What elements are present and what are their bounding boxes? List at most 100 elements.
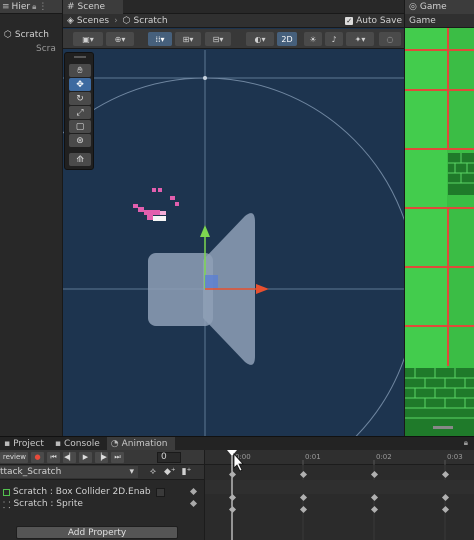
global-button[interactable]: ⊕▾ — [106, 32, 134, 46]
hierarchy-child-label: Scra — [36, 43, 56, 54]
transform-tool-icon[interactable]: ⊛ — [69, 134, 91, 147]
scene-tab-label: Scene — [77, 2, 105, 12]
effects-button[interactable]: ✦▾ — [346, 32, 374, 46]
align-button[interactable]: ⊟▾ — [205, 32, 231, 46]
breadcrumb-scratch[interactable]: ⬡ Scratch — [123, 16, 168, 26]
value-checkbox[interactable] — [155, 487, 165, 497]
scale-tool-icon[interactable]: ⤢ — [69, 106, 91, 119]
hierarchy-item-root[interactable]: ⬡ Scratch — [0, 28, 62, 41]
tab-scene[interactable]: # Scene — [63, 0, 123, 14]
scene-panel: # Scene ◈ Scenes › ⬡ Scratch ✓ Auto Save… — [63, 0, 404, 436]
gamepad-icon: ◎ — [409, 2, 417, 12]
tab-project[interactable]: ▪ Project — [0, 437, 51, 450]
animation-icon: ◔ — [110, 438, 119, 449]
play-button[interactable]: ▶ — [79, 451, 92, 463]
mode-2d-button[interactable]: 2D — [277, 32, 297, 46]
hierarchy-tab[interactable]: ≡ Hier 🔒︎ ⋮ — [0, 0, 62, 14]
record-button[interactable]: ● — [31, 451, 44, 463]
clip-row: ttack_Scratch ▾ ⟡ ◆⁺ ▮⁺ — [0, 465, 204, 480]
lock-icon[interactable]: 🔒︎ — [32, 2, 36, 12]
lock-icon[interactable]: 🔒︎ — [464, 438, 468, 448]
hierarchy-item-label: Scratch — [14, 29, 49, 40]
first-keyframe-button[interactable]: ⏮ — [47, 451, 60, 463]
more-icon[interactable]: ⋮ — [38, 2, 47, 12]
checkbox-icon[interactable]: ✓ — [345, 17, 354, 25]
last-keyframe-button[interactable]: ⏭ — [111, 451, 124, 463]
hierarchy-item-child[interactable]: Scra — [0, 42, 56, 55]
scene-viewport[interactable] — [63, 50, 404, 436]
dopesheet-timeline[interactable]: 0:00 0:01 0:02 0:03 — [204, 450, 474, 540]
game-display-dropdown[interactable]: Game — [405, 14, 474, 28]
cube-icon: ⬡ — [4, 29, 12, 40]
preview-label: review — [2, 453, 26, 461]
grid-icon: # — [67, 2, 75, 12]
scene-toolbar: ▣▾ ⊕▾ ⁞⁞▾ ⊞▾ ⊟▾ ◐▾ 2D ☀ ♪ ✦▾ ◌ — [63, 29, 404, 49]
property-row[interactable]: Scratch : Box Collider 2D.Enab — [0, 486, 204, 498]
rotate-tool-icon[interactable]: ↻ — [69, 92, 91, 105]
animation-controls: review ● ⏮ ◀▏ ▶ ▕▶ ⏭ 0 — [0, 450, 204, 465]
tab-animation[interactable]: ◔ Animation — [106, 437, 175, 450]
add-property-label: Add Property — [67, 527, 127, 538]
tab-game[interactable]: ◎ Game — [405, 0, 474, 14]
keyframe-diamond-icon[interactable] — [189, 487, 198, 496]
game-panel: ◎ Game Game — [404, 0, 474, 436]
move-tool-icon[interactable]: ✥ — [69, 78, 91, 91]
console-icon: ▪ — [54, 438, 62, 449]
unity-icon: ◈ — [67, 15, 74, 26]
tab-console[interactable]: ▪ Console — [51, 437, 107, 450]
filter-keyframes-icon[interactable]: ⟡ — [150, 467, 156, 477]
custom-tool-icon[interactable]: ⟰ — [69, 153, 91, 166]
frame-value: 0 — [161, 452, 167, 462]
unity-editor: ≡ Hier 🔒︎ ⋮ ⬡ Scratch Scra # Scene ◈ Sce… — [0, 0, 474, 540]
add-event-icon[interactable]: ▮⁺ — [182, 467, 192, 477]
snap-increment-button[interactable]: ⊞▾ — [175, 32, 201, 46]
frame-input[interactable]: 0 — [157, 451, 181, 463]
shading-button[interactable]: ◐▾ — [246, 32, 274, 46]
tab-animation-label: Animation — [121, 438, 168, 449]
cube-icon: ⬡ — [122, 15, 131, 26]
breadcrumb-scenes[interactable]: ◈ Scenes — [67, 16, 109, 26]
game-tab-label: Game — [419, 2, 447, 12]
tab-console-label: Console — [64, 438, 100, 449]
chevron-down-icon: ▾ — [129, 467, 134, 477]
hand-tool-icon[interactable]: ✋︎ — [69, 64, 91, 77]
chevron-right-icon: › — [114, 15, 118, 26]
folder-icon: ▪ — [4, 438, 11, 449]
rect-tool-icon[interactable]: ▢ — [69, 120, 91, 133]
scroll-handle — [433, 426, 453, 429]
circle-gizmo-handle — [203, 76, 207, 80]
sprite-icon: ⸬ — [3, 500, 11, 511]
brick-block-upper — [448, 153, 474, 195]
property-label: Scratch : Sprite — [13, 499, 83, 509]
add-property-button[interactable]: Add Property — [16, 526, 178, 539]
list-icon: ≡ — [2, 1, 10, 12]
game-view[interactable] — [405, 28, 474, 436]
visibility-icon[interactable]: ◌ — [379, 32, 401, 46]
audio-icon[interactable]: ♪ — [325, 32, 343, 46]
scene-tabbar: # Scene — [63, 0, 404, 14]
autosave-toggle[interactable]: ✓ Auto Save — [345, 14, 402, 28]
property-row[interactable]: ⸬ Scratch : Sprite — [0, 498, 204, 510]
hierarchy-tab-label: Hier — [11, 1, 31, 12]
keyframe-diamond-icon[interactable] — [189, 499, 198, 508]
preview-button[interactable]: review — [0, 451, 28, 463]
mouse-cursor-icon — [233, 452, 244, 472]
keyframe-track[interactable] — [205, 450, 474, 540]
grid-snap-button[interactable]: ⁞⁞▾ — [148, 32, 172, 46]
brick-block-lower — [405, 368, 474, 436]
autosave-label: Auto Save — [356, 16, 402, 26]
lighting-icon[interactable]: ☀ — [304, 32, 322, 46]
animation-panel: ▪ Project ▪ Console ◔ Animation 🔒︎ revie… — [0, 436, 474, 540]
breadcrumb-current-label: Scratch — [133, 15, 168, 26]
prev-keyframe-button[interactable]: ◀▏ — [63, 451, 76, 463]
breadcrumb-root-label: Scenes — [76, 15, 110, 26]
tool-strip-handle[interactable] — [74, 56, 86, 58]
clip-dropdown[interactable]: ttack_Scratch ▾ — [0, 466, 138, 478]
next-keyframe-button[interactable]: ▕▶ — [95, 451, 108, 463]
clip-name: ttack_Scratch — [0, 467, 62, 477]
add-keyframe-icon[interactable]: ◆⁺ — [164, 467, 176, 477]
draw-mode-button[interactable]: ▣▾ — [73, 32, 103, 46]
game-sub-label: Game — [409, 15, 436, 26]
bottom-tabbar: ▪ Project ▪ Console ◔ Animation 🔒︎ — [0, 437, 474, 450]
property-label: Scratch : Box Collider 2D.Enab — [13, 487, 151, 497]
